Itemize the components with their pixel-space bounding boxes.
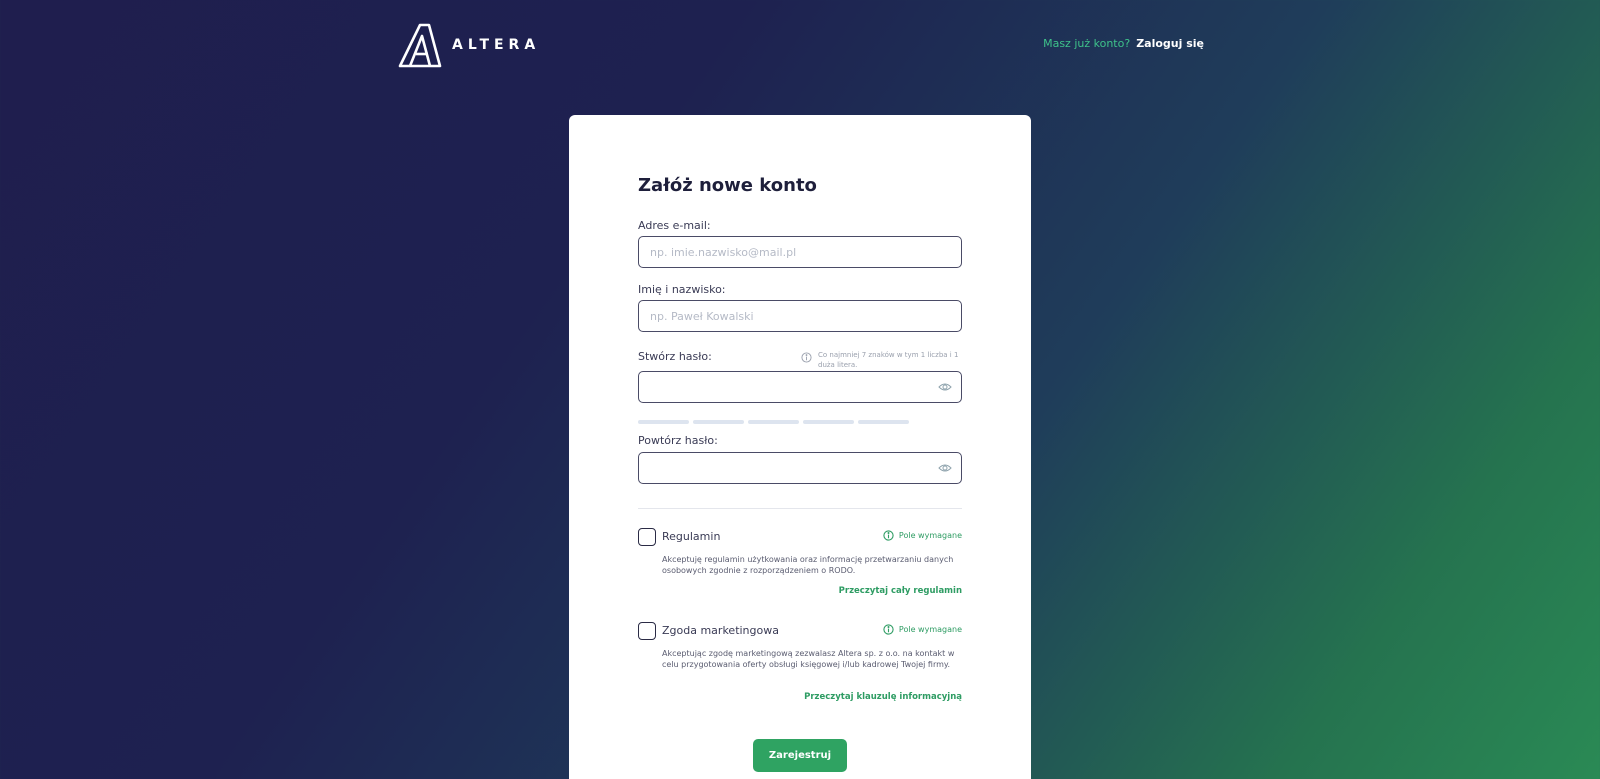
strength-segment <box>693 420 744 424</box>
name-field[interactable] <box>650 301 961 331</box>
password-hint: Co najmniej 7 znaków w tym 1 liczba i 1 … <box>801 350 965 370</box>
login-link[interactable]: Zaloguj się <box>1136 37 1204 50</box>
terms-read-link[interactable]: Przeczytaj cały regulamin <box>839 586 962 596</box>
marketing-description: Akceptując zgodę marketingową zezwalasz … <box>662 649 955 669</box>
password-hint-text: Co najmniej 7 znaków w tym 1 liczba i 1 … <box>818 351 959 369</box>
terms-title: Regulamin <box>662 530 721 543</box>
marketing-required-text: Pole wymagane <box>898 625 962 634</box>
marketing-required-badge: Pole wymagane <box>883 624 962 635</box>
email-field[interactable] <box>650 237 961 267</box>
info-icon <box>883 530 894 541</box>
registration-card: Załóż nowe konto Adres e-mail: Imię i na… <box>569 115 1031 779</box>
name-label: Imię i nazwisko: <box>638 283 726 296</box>
terms-required-text: Pole wymagane <box>898 531 962 540</box>
marketing-read-link[interactable]: Przeczytaj klauzulę informacyjną <box>804 692 962 702</box>
marketing-checkbox[interactable] <box>638 622 656 640</box>
password-repeat-field-wrapper <box>638 452 962 484</box>
password-label: Stwórz hasło: <box>638 350 712 363</box>
email-label: Adres e-mail: <box>638 219 711 232</box>
password-field[interactable] <box>650 372 961 402</box>
info-icon <box>883 624 894 635</box>
top-bar: ALTERA Masz już konto? Zaloguj się <box>0 0 1600 90</box>
strength-segment <box>748 420 799 424</box>
password-strength-meter <box>638 420 909 424</box>
logo-text: ALTERA <box>452 37 541 53</box>
divider <box>638 508 962 509</box>
email-field-wrapper <box>638 236 962 268</box>
strength-segment <box>858 420 909 424</box>
info-icon <box>801 352 812 363</box>
password-repeat-label: Powtórz hasło: <box>638 434 718 447</box>
marketing-title: Zgoda marketingowa <box>662 624 779 637</box>
password-field-wrapper <box>638 371 962 403</box>
strength-segment <box>803 420 854 424</box>
eye-icon[interactable] <box>938 463 952 473</box>
login-question: Masz już konto? <box>1043 37 1131 50</box>
terms-checkbox[interactable] <box>638 528 656 546</box>
terms-description: Akceptuję regulamin użytkowania oraz inf… <box>662 555 954 575</box>
register-button[interactable]: Zarejestruj <box>753 739 847 772</box>
name-field-wrapper <box>638 300 962 332</box>
login-prompt: Masz już konto? Zaloguj się <box>1043 37 1204 50</box>
altera-logo[interactable]: ALTERA <box>396 22 540 68</box>
password-repeat-field[interactable] <box>650 453 961 483</box>
form-title: Załóż nowe konto <box>638 175 817 196</box>
terms-required-badge: Pole wymagane <box>883 530 962 541</box>
eye-icon[interactable] <box>938 382 952 392</box>
altera-logo-icon <box>398 23 442 68</box>
strength-segment <box>638 420 689 424</box>
